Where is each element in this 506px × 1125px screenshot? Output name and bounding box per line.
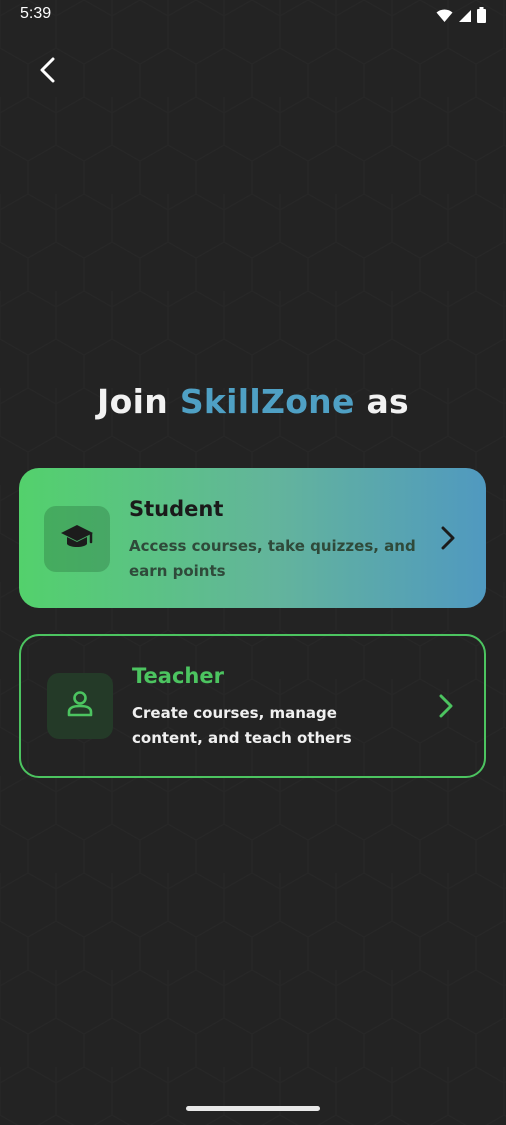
student-role-card[interactable]: Student Access courses, take quizzes, an… [19, 468, 486, 608]
battery-icon [477, 7, 486, 27]
teacher-description: Create courses, manage content, and teac… [132, 704, 352, 747]
student-title: Student [129, 497, 224, 521]
teacher-icon-box [47, 673, 113, 739]
status-icons [436, 7, 486, 27]
status-time: 5:39 [20, 5, 52, 22]
chevron-right-icon [434, 694, 458, 718]
graduation-cap-icon [60, 523, 94, 555]
person-icon [65, 689, 95, 723]
student-description: Access courses, take quizzes, and earn p… [129, 537, 416, 580]
chevron-left-icon [38, 57, 58, 87]
teacher-title: Teacher [132, 664, 224, 688]
home-indicator[interactable] [186, 1106, 320, 1111]
heading-suffix: as [366, 382, 409, 421]
back-button[interactable] [28, 52, 68, 92]
cellular-signal-icon [458, 8, 472, 27]
status-bar: 5:39 [0, 0, 506, 30]
wifi-icon [436, 8, 453, 27]
student-icon-box [44, 506, 110, 572]
page-title: Join SkillZone as [0, 382, 506, 421]
heading-prefix: Join [97, 382, 169, 421]
teacher-role-card[interactable]: Teacher Create courses, manage content, … [19, 634, 486, 778]
brand-name: SkillZone [179, 382, 355, 421]
chevron-right-icon [436, 526, 460, 550]
